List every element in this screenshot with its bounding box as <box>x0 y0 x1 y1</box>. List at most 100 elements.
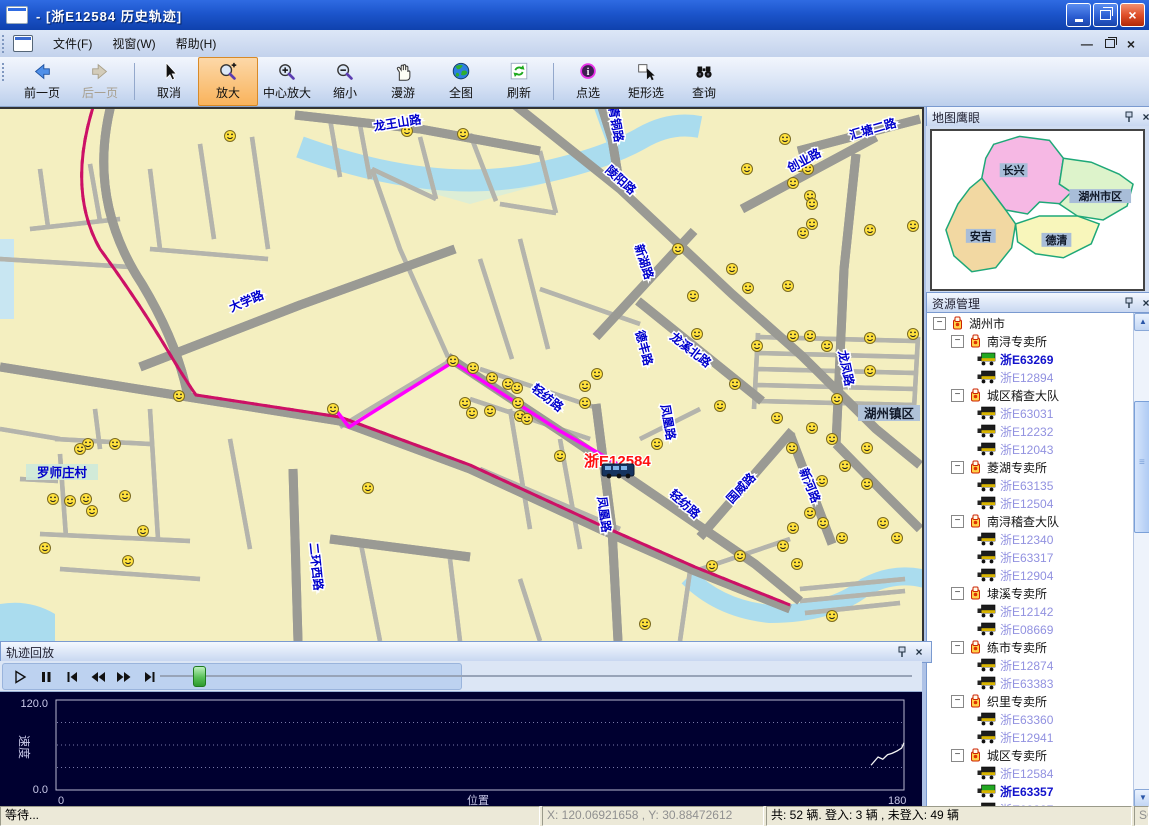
vehicle-marker-icon[interactable] <box>908 221 919 232</box>
close-icon[interactable]: × <box>912 645 926 659</box>
vehicle-marker-icon[interactable] <box>120 491 131 502</box>
vehicle-marker-icon[interactable] <box>818 518 829 529</box>
vehicle-marker-icon[interactable] <box>512 383 523 394</box>
tree-node-vehicle[interactable]: 浙E63357 <box>929 782 1133 800</box>
vehicle-marker-icon[interactable] <box>522 414 533 425</box>
vehicle-marker-icon[interactable] <box>487 373 498 384</box>
vehicle-marker-icon[interactable] <box>752 341 763 352</box>
menu-grip[interactable] <box>2 35 9 53</box>
tree-expander-icon[interactable]: − <box>951 641 964 654</box>
skip-start-button[interactable] <box>61 667 83 687</box>
overview-map[interactable]: 长兴 湖州市区 安吉 德清 <box>930 129 1145 291</box>
play-button[interactable] <box>9 667 31 687</box>
vehicle-marker-icon[interactable] <box>827 434 838 445</box>
vehicle-marker-icon[interactable] <box>48 494 59 505</box>
vehicle-marker-icon[interactable] <box>513 398 524 409</box>
vehicle-marker-icon[interactable] <box>827 611 838 622</box>
close-icon[interactable]: × <box>1139 110 1149 124</box>
menu-file[interactable]: 文件(F) <box>43 32 102 55</box>
vehicle-marker-icon[interactable] <box>707 561 718 572</box>
tree-node-vehicle[interactable]: 浙E12874 <box>929 656 1133 674</box>
tree-node-group[interactable]: −南浔稽查大队 <box>929 512 1133 530</box>
vehicle-marker-icon[interactable] <box>328 404 339 415</box>
vehicle-marker-icon[interactable] <box>458 129 469 140</box>
scrollbar-thumb[interactable] <box>1134 401 1149 533</box>
rect-select-button[interactable]: 矩形选 <box>617 57 675 106</box>
tree-node-vehicle[interactable]: 浙E63317 <box>929 548 1133 566</box>
vehicle-marker-icon[interactable] <box>788 178 799 189</box>
vehicle-marker-icon[interactable] <box>865 333 876 344</box>
vehicle-marker-icon[interactable] <box>110 439 121 450</box>
full-extent-button[interactable]: 全图 <box>432 57 490 106</box>
vehicle-marker-icon[interactable] <box>123 556 134 567</box>
tree-node-group[interactable]: −城区专卖所 <box>929 746 1133 764</box>
vehicle-marker-icon[interactable] <box>805 331 816 342</box>
vehicle-marker-icon[interactable] <box>555 451 566 462</box>
tree-node-vehicle[interactable]: 浙E12584 <box>929 764 1133 782</box>
zoom-out-tool-button[interactable]: 缩小 <box>316 57 374 106</box>
vehicle-marker-icon[interactable] <box>735 551 746 562</box>
vehicle-marker-icon[interactable] <box>40 543 51 554</box>
tree-node-city[interactable]: −湖州市 <box>929 314 1133 332</box>
vehicle-marker-icon[interactable] <box>862 479 873 490</box>
tree-node-group[interactable]: −埭溪专卖所 <box>929 584 1133 602</box>
tree-node-vehicle[interactable]: 浙E12904 <box>929 566 1133 584</box>
restore-button[interactable] <box>1093 3 1118 27</box>
tree-node-group[interactable]: −南浔专卖所 <box>929 332 1133 350</box>
fast-forward-button[interactable] <box>113 667 135 687</box>
toolbar-grip[interactable] <box>2 63 9 81</box>
vehicle-marker-icon[interactable] <box>448 356 459 367</box>
vehicle-marker-icon[interactable] <box>788 523 799 534</box>
pin-icon[interactable] <box>1122 296 1136 310</box>
vehicle-marker-icon[interactable] <box>727 264 738 275</box>
pin-icon[interactable] <box>895 645 909 659</box>
tree-node-group[interactable]: −城区稽查大队 <box>929 386 1133 404</box>
vehicle-marker-icon[interactable] <box>592 369 603 380</box>
vehicle-marker-icon[interactable] <box>772 413 783 424</box>
vehicle-marker-icon[interactable] <box>460 398 471 409</box>
prev-page-button[interactable]: 前一页 <box>13 57 71 106</box>
vehicle-marker-icon[interactable] <box>640 619 651 630</box>
scroll-up-icon[interactable]: ▲ <box>1134 313 1149 331</box>
vehicle-marker-icon[interactable] <box>225 131 236 142</box>
tree-expander-icon[interactable]: − <box>933 317 946 330</box>
vehicle-marker-icon[interactable] <box>138 526 149 537</box>
vehicle-marker-icon[interactable] <box>652 439 663 450</box>
vehicle-marker-icon[interactable] <box>865 225 876 236</box>
pan-tool-button[interactable]: 漫游 <box>374 57 432 106</box>
vehicle-marker-icon[interactable] <box>807 423 818 434</box>
vehicle-marker-icon[interactable] <box>805 508 816 519</box>
vehicle-marker-icon[interactable] <box>580 381 591 392</box>
vehicle-marker-icon[interactable] <box>832 394 843 405</box>
vehicle-marker-icon[interactable] <box>468 363 479 374</box>
center-zoom-button[interactable]: 中心放大 <box>258 57 316 106</box>
next-page-button[interactable]: 后一页 <box>71 57 129 106</box>
playback-slider[interactable] <box>160 675 912 677</box>
slider-thumb[interactable] <box>193 666 206 687</box>
tree-node-vehicle[interactable]: 浙E63360 <box>929 710 1133 728</box>
tree-node-vehicle[interactable]: 浙E63269 <box>929 350 1133 368</box>
pin-icon[interactable] <box>1122 110 1136 124</box>
vehicle-marker-icon[interactable] <box>715 401 726 412</box>
vehicle-marker-icon[interactable] <box>865 366 876 377</box>
vehicle-marker-icon[interactable] <box>878 518 889 529</box>
vehicle-marker-icon[interactable] <box>783 281 794 292</box>
vehicle-marker-icon[interactable] <box>730 379 741 390</box>
tree-expander-icon[interactable]: − <box>951 749 964 762</box>
tree-node-vehicle[interactable]: 浙E63135 <box>929 476 1133 494</box>
close-icon[interactable]: × <box>1139 296 1149 310</box>
tree-expander-icon[interactable]: − <box>951 335 964 348</box>
tree-node-group[interactable]: −织里专卖所 <box>929 692 1133 710</box>
query-button[interactable]: 查询 <box>675 57 733 106</box>
tree-expander-icon[interactable]: − <box>951 587 964 600</box>
menu-window[interactable]: 视窗(W) <box>102 32 165 55</box>
scroll-down-icon[interactable]: ▼ <box>1134 789 1149 807</box>
vehicle-marker-icon[interactable] <box>778 541 789 552</box>
tree-node-vehicle[interactable]: 浙E12894 <box>929 368 1133 386</box>
mdi-minimize-icon[interactable]: — <box>1081 37 1093 51</box>
tree-node-vehicle[interactable]: 浙E63031 <box>929 404 1133 422</box>
tree-expander-icon[interactable]: − <box>951 389 964 402</box>
refresh-button[interactable]: 刷新 <box>490 57 548 106</box>
vehicle-marker-icon[interactable] <box>673 244 684 255</box>
tree-node-vehicle[interactable]: 浙E12043 <box>929 440 1133 458</box>
